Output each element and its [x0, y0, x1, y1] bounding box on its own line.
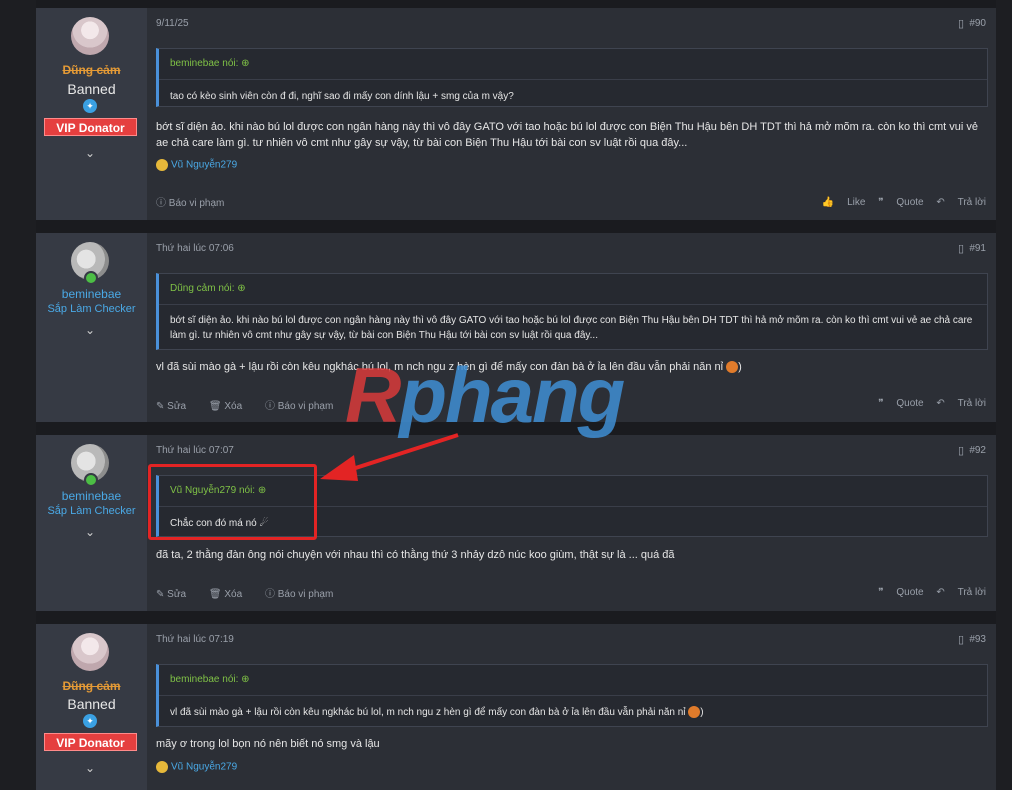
arrow-up-circle-icon[interactable]: ⊕ [241, 58, 249, 69]
vip-donator-badge: VIP Donator [44, 733, 137, 751]
bookmark-icon[interactable]: ▯ [958, 633, 964, 646]
post-actions-left: ✎ Sửa 🗑 Xóa ⓘ Báo vi phạm [156, 585, 353, 600]
post-90: Dũng cảm Banned ✦ VIP Donator ⌄ 9/11/25 … [36, 8, 996, 220]
post-actions-right: ❞ Quote ↶ Trả lời [868, 398, 986, 409]
quote-header[interactable]: beminebae nói: ⊕ [159, 49, 987, 80]
emoji-icon [156, 761, 168, 773]
user-badge-icon: ✦ [83, 714, 97, 728]
username[interactable]: Dũng cảm [36, 679, 147, 693]
post-number[interactable]: #90 [969, 18, 986, 29]
edit-button[interactable]: ✎ Sửa [156, 589, 196, 600]
user-title: Sắp Làm Checker [47, 303, 136, 315]
post-number[interactable]: #91 [969, 243, 986, 254]
avatar[interactable] [71, 17, 109, 55]
quote-text: vl đã sùi mào gà + lậu rồi còn kêu ngkhá… [170, 706, 704, 719]
user-badge-icon: ✦ [83, 99, 97, 113]
bookmark-icon[interactable]: ▯ [958, 444, 964, 457]
report-link[interactable]: ⓘ Báo vi phạm [156, 198, 234, 209]
post-date[interactable]: 9/11/25 [156, 18, 189, 29]
post-date[interactable]: Thứ hai lúc 07:06 [156, 243, 234, 254]
reaction-bar[interactable]: Vũ Nguyễn279 [156, 159, 237, 171]
like-button[interactable]: 👍 Like [822, 197, 866, 208]
arrow-up-circle-icon[interactable]: ⊕ [237, 283, 245, 294]
post-93: Dũng cảm Banned ✦ VIP Donator ⌄ Thứ hai … [36, 624, 996, 790]
post-actions-left: ⓘ Báo vi phạm [156, 194, 244, 209]
emoji-icon [726, 361, 739, 374]
quote-button[interactable]: ❞ Quote [878, 197, 923, 208]
bookmark-icon[interactable]: ▯ [958, 242, 964, 255]
post-date[interactable]: Thứ hai lúc 07:07 [156, 445, 234, 456]
chevron-down-icon[interactable]: ⌄ [85, 323, 95, 337]
post-body: mãy ơ trong lol bọn nó nên biết nó smg v… [156, 738, 380, 750]
user-panel: beminebae Sắp Làm Checker ⌄ [36, 435, 147, 611]
post-actions-left: ✎ Sửa 🗑 Xóa ⓘ Báo vi phạm [156, 397, 353, 412]
annotation-arrow [320, 433, 459, 481]
reaction-user[interactable]: Vũ Nguyễn279 [171, 160, 237, 171]
delete-button[interactable]: 🗑 Xóa [209, 589, 252, 600]
quote-text: bớt sĩ diện ảo. khi nào bú lol được con … [170, 315, 973, 341]
report-link[interactable]: ⓘ Báo vi phạm [265, 401, 343, 412]
user-title: Banned [67, 81, 116, 97]
post-actions-right: 👍 Like ❞ Quote ↶ Trả lời [812, 197, 986, 208]
post-date[interactable]: Thứ hai lúc 07:19 [156, 634, 234, 645]
reaction-user[interactable]: Vũ Nguyễn279 [171, 762, 237, 773]
delete-button[interactable]: 🗑 Xóa [209, 401, 252, 412]
avatar[interactable] [71, 633, 109, 671]
user-panel: Dũng cảm Banned ✦ VIP Donator ⌄ [36, 8, 147, 220]
emoji-icon [156, 159, 168, 171]
online-indicator [84, 473, 98, 487]
reply-button[interactable]: ↶ Trả lời [936, 398, 986, 409]
edit-button[interactable]: ✎ Sửa [156, 401, 196, 412]
emoji-icon [688, 706, 701, 719]
quote-block: Dũng cảm nói: ⊕ bớt sĩ diện ảo. khi nào … [156, 273, 988, 350]
post-body: đã ta, 2 thằng đàn ông nói chuyện với nh… [156, 549, 675, 561]
right-background [996, 0, 1012, 790]
quote-block: beminebae nói: ⊕ vl đã sùi mào gà + lậu … [156, 664, 988, 727]
online-indicator [84, 271, 98, 285]
chevron-down-icon[interactable]: ⌄ [85, 146, 95, 160]
reply-button[interactable]: ↶ Trả lời [936, 587, 986, 598]
quote-text: tao có kèo sinh viên còn đ đi, nghĩ sao … [170, 91, 514, 102]
post-number[interactable]: #92 [969, 445, 986, 456]
vip-donator-badge: VIP Donator [44, 118, 137, 136]
user-title: Banned [67, 696, 116, 712]
reaction-bar[interactable]: Vũ Nguyễn279 [156, 761, 237, 773]
reply-button[interactable]: ↶ Trả lời [936, 197, 986, 208]
post-number[interactable]: #93 [969, 634, 986, 645]
quote-header[interactable]: Dũng cảm nói: ⊕ [159, 274, 987, 305]
quote-button[interactable]: ❞ Quote [878, 398, 923, 409]
user-panel: Dũng cảm Banned ✦ VIP Donator ⌄ [36, 624, 147, 790]
quote-header[interactable]: beminebae nói: ⊕ [159, 665, 987, 696]
user-title: Sắp Làm Checker [47, 505, 136, 517]
username[interactable]: Dũng cảm [36, 63, 147, 77]
post-body: bớt sĩ diện ảo. khi nào bú lol được con … [156, 121, 979, 149]
quote-author[interactable]: beminebae nói: [170, 58, 238, 69]
username[interactable]: beminebae [36, 489, 147, 503]
bookmark-icon[interactable]: ▯ [958, 17, 964, 30]
chevron-down-icon[interactable]: ⌄ [85, 525, 95, 539]
quote-button[interactable]: ❞ Quote [878, 587, 923, 598]
post-actions-right: ❞ Quote ↶ Trả lời [868, 587, 986, 598]
user-panel: beminebae Sắp Làm Checker ⌄ [36, 233, 147, 422]
quote-author[interactable]: Dũng cảm nói: [170, 283, 234, 294]
username[interactable]: beminebae [36, 287, 147, 301]
chevron-down-icon[interactable]: ⌄ [85, 761, 95, 775]
report-link[interactable]: ⓘ Báo vi phạm [265, 589, 343, 600]
highlight-box [148, 464, 317, 540]
quote-author[interactable]: beminebae nói: [170, 674, 238, 685]
left-background [0, 0, 36, 790]
arrow-up-circle-icon[interactable]: ⊕ [241, 674, 249, 685]
quote-block: beminebae nói: ⊕ tao có kèo sinh viên cò… [156, 48, 988, 107]
